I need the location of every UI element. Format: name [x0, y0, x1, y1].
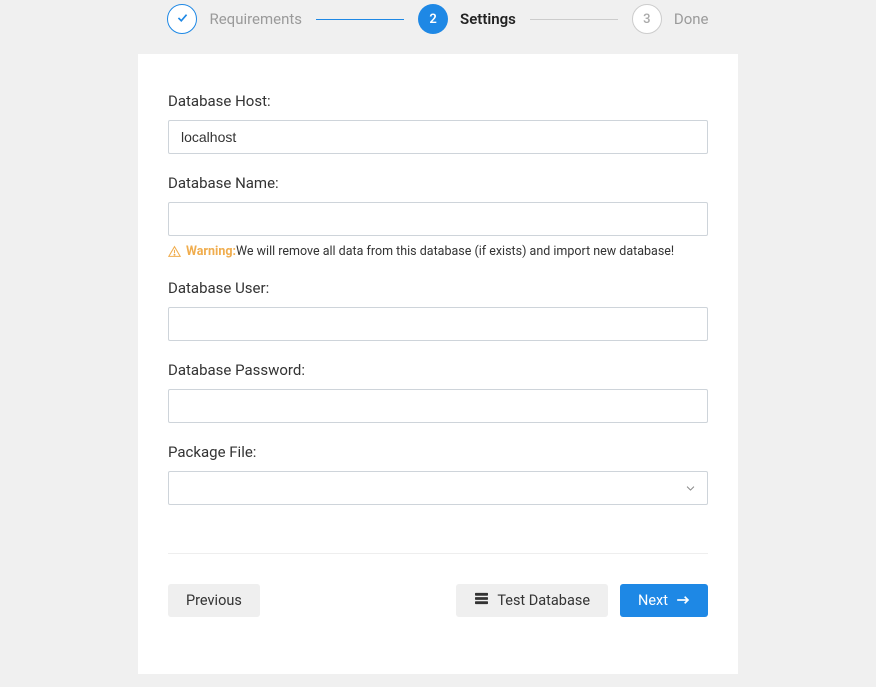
label-db-password: Database Password: — [168, 361, 708, 379]
input-db-host[interactable] — [168, 120, 708, 154]
step-settings: 2 Settings — [418, 4, 516, 34]
step-connector — [316, 19, 404, 20]
field-db-name: Database Name: Warning:We will remove al… — [168, 174, 708, 259]
step-done: 3 Done — [632, 4, 709, 34]
step-label-requirements: Requirements — [209, 10, 302, 28]
input-db-name[interactable] — [168, 202, 708, 236]
label-db-name: Database Name: — [168, 174, 708, 192]
warning-prefix: Warning: — [186, 244, 236, 259]
next-label: Next — [638, 592, 668, 609]
label-package-file: Package File: — [168, 443, 708, 461]
stepper: Requirements 2 Settings 3 Done — [0, 0, 876, 54]
step-circle-completed — [167, 4, 197, 34]
input-db-user[interactable] — [168, 307, 708, 341]
field-db-host: Database Host: — [168, 92, 708, 154]
step-circle-current: 2 — [418, 4, 448, 34]
input-db-password[interactable] — [168, 389, 708, 423]
step-connector — [530, 19, 618, 20]
label-db-host: Database Host: — [168, 92, 708, 110]
divider — [168, 553, 708, 554]
warning-text: We will remove all data from this databa… — [236, 244, 674, 259]
test-db-label: Test Database — [497, 592, 590, 609]
settings-card: Database Host: Database Name: Warning:We… — [138, 54, 738, 674]
step-requirements: Requirements — [167, 4, 302, 34]
previous-label: Previous — [186, 592, 242, 609]
warning-db-name: Warning:We will remove all data from thi… — [168, 244, 708, 259]
field-db-user: Database User: — [168, 279, 708, 341]
next-button[interactable]: Next — [620, 584, 708, 617]
step-label-done: Done — [674, 10, 709, 28]
test-database-button[interactable]: Test Database — [456, 584, 608, 617]
select-package-file[interactable] — [168, 471, 708, 505]
field-db-password: Database Password: — [168, 361, 708, 423]
check-icon — [176, 11, 189, 28]
field-package-file: Package File: — [168, 443, 708, 505]
label-db-user: Database User: — [168, 279, 708, 297]
footer-actions: Previous Test Database Next — [168, 584, 708, 617]
step-label-settings: Settings — [460, 10, 516, 28]
previous-button[interactable]: Previous — [168, 584, 260, 617]
step-circle-pending: 3 — [632, 4, 662, 34]
database-icon — [474, 592, 489, 609]
warning-icon — [168, 245, 181, 258]
arrow-right-icon — [676, 592, 690, 609]
